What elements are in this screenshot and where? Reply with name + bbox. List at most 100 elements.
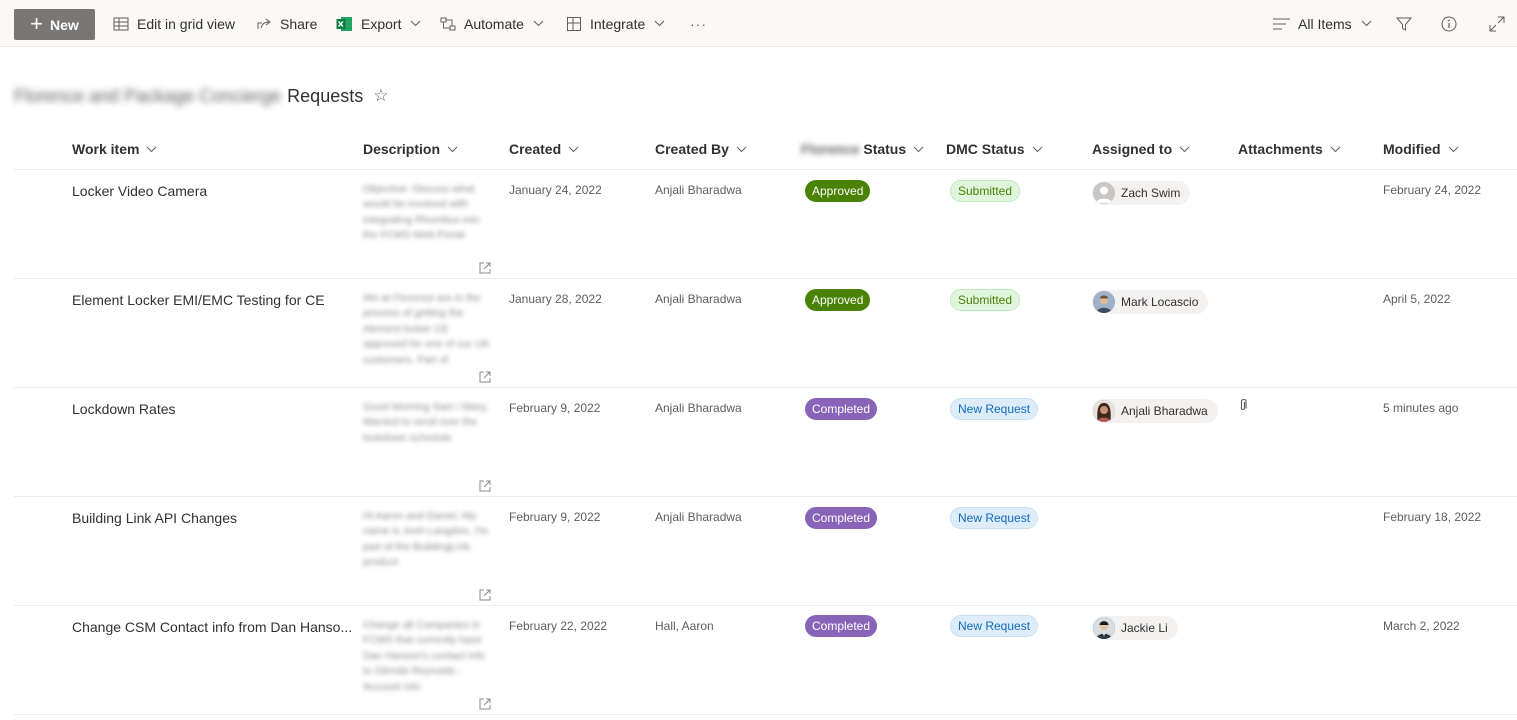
modified-date: February 24, 2022	[1383, 183, 1482, 197]
assigned-to-persona[interactable]: Anjali Bharadwa	[1092, 399, 1218, 423]
column-header-work-item[interactable]: Work item	[72, 131, 157, 167]
description-text: We at Florence are in the process of get…	[363, 292, 490, 366]
persona-name: Zach Swim	[1121, 186, 1181, 200]
dmc-status-badge: Submitted	[950, 289, 1021, 311]
paperclip-icon[interactable]	[1238, 398, 1248, 412]
assigned-to-persona[interactable]: Jackie Li	[1092, 616, 1178, 640]
row-divider	[14, 278, 1517, 279]
list-title-prefix: Florence and Package Concierge	[14, 85, 282, 106]
chevron-down-icon	[533, 20, 544, 27]
command-bar: + New Edit in grid view Share Export Aut…	[0, 0, 1517, 47]
chevron-down-icon	[736, 146, 747, 152]
open-external-icon[interactable]	[479, 371, 491, 383]
persona-name: Jackie Li	[1121, 621, 1168, 635]
chevron-down-icon	[568, 146, 579, 152]
column-header-label: Description	[363, 141, 441, 157]
filter-icon	[1396, 17, 1412, 31]
avatar	[1093, 291, 1115, 313]
header-divider	[14, 169, 1517, 170]
more-commands-button[interactable]: ···	[690, 0, 707, 47]
created-by[interactable]: Anjali Bharadwa	[655, 183, 742, 197]
share-button[interactable]: Share	[256, 0, 317, 47]
chevron-down-icon	[447, 146, 458, 152]
automate-button[interactable]: Automate	[440, 0, 544, 47]
row-divider	[14, 714, 1517, 715]
page-title: Requests	[287, 85, 364, 106]
created-by[interactable]: Anjali Bharadwa	[655, 401, 742, 415]
integrate-button[interactable]: Integrate	[566, 0, 665, 47]
open-external-icon[interactable]	[479, 480, 491, 492]
florence-status-badge: Completed	[805, 615, 878, 637]
star-icon[interactable]: ☆	[373, 86, 388, 106]
modified-date: February 18, 2022	[1383, 510, 1482, 524]
dmc-status-badge: New Request	[950, 398, 1039, 420]
created-date: January 24, 2022	[509, 183, 602, 197]
edit-in-grid-view-button[interactable]: Edit in grid view	[113, 0, 235, 47]
created-by[interactable]: Hall, Aaron	[655, 619, 714, 633]
column-header-assigned-to[interactable]: Assigned to	[1092, 131, 1190, 167]
florence-status-badge: Approved	[805, 180, 871, 202]
assigned-to-persona[interactable]: Zach Swim	[1092, 181, 1191, 205]
expand-button[interactable]	[1489, 0, 1505, 47]
edit-in-grid-view-label: Edit in grid view	[137, 15, 236, 32]
persona-name: Anjali Bharadwa	[1121, 404, 1208, 418]
integrate-icon	[567, 16, 581, 31]
avatar	[1093, 617, 1115, 639]
chevron-down-icon	[654, 20, 665, 27]
info-icon	[1441, 16, 1457, 31]
modified-date: April 5, 2022	[1383, 292, 1451, 306]
new-button[interactable]: + New	[14, 9, 95, 40]
share-icon	[257, 18, 271, 29]
column-header-label-prefix: Florence	[801, 141, 860, 157]
created-by[interactable]: Anjali Bharadwa	[655, 292, 742, 306]
assigned-to-persona[interactable]: Mark Locascio	[1092, 290, 1209, 314]
more-icon: ···	[690, 15, 707, 32]
description-text: Objective: Discuss what would be involve…	[363, 183, 480, 242]
work-item-title[interactable]: Building Link API Changes	[72, 510, 237, 526]
export-label: Export	[361, 15, 402, 32]
column-header-florence-status[interactable]: Florence Status	[801, 131, 924, 167]
column-header-attachments[interactable]: Attachments	[1238, 131, 1341, 167]
row-divider	[14, 496, 1517, 497]
column-header-created-by[interactable]: Created By	[655, 131, 747, 167]
flow-icon	[440, 17, 456, 30]
column-header-modified[interactable]: Modified	[1383, 131, 1459, 167]
work-item-title[interactable]: Lockdown Rates	[72, 401, 176, 417]
column-header-label: DMC Status	[946, 141, 1025, 157]
florence-status-badge: Approved	[805, 289, 871, 311]
created-by[interactable]: Anjali Bharadwa	[655, 510, 742, 524]
column-header-description[interactable]: Description	[363, 131, 458, 167]
avatar	[1093, 182, 1115, 204]
chevron-down-icon	[1330, 146, 1341, 152]
column-header-created[interactable]: Created	[509, 131, 579, 167]
work-item-title[interactable]: Locker Video Camera	[72, 183, 207, 199]
person-photo-icon	[1093, 400, 1115, 422]
work-item-title[interactable]: Change CSM Contact info from Dan Hanso..…	[72, 619, 352, 635]
open-external-icon[interactable]	[479, 698, 491, 710]
excel-icon	[336, 16, 352, 31]
modified-date: 5 minutes ago	[1383, 401, 1459, 415]
chevron-down-icon	[1179, 146, 1190, 152]
description-text: Hi Aaron and Daniel, My name is Josh Lan…	[363, 510, 489, 569]
open-external-icon[interactable]	[479, 262, 491, 274]
person-photo-icon	[1093, 617, 1115, 639]
column-header-label: Modified	[1383, 141, 1441, 157]
info-button[interactable]	[1441, 0, 1457, 47]
column-header-dmc-status[interactable]: DMC Status	[946, 131, 1043, 167]
created-date: February 22, 2022	[509, 619, 608, 633]
person-icon	[1096, 186, 1112, 203]
description-text: Good Morning Sam / Mary, Wanted to send …	[363, 401, 489, 444]
description-text: Change all Companies in FCMS that curren…	[363, 619, 486, 693]
export-button[interactable]: Export	[336, 0, 421, 47]
row-divider	[14, 605, 1517, 606]
dmc-status-badge: New Request	[950, 615, 1039, 637]
plus-icon: +	[30, 10, 44, 36]
florence-status-badge: Completed	[805, 398, 878, 420]
work-item-title[interactable]: Element Locker EMI/EMC Testing for CE	[72, 292, 325, 308]
view-switcher-button[interactable]: All Items	[1273, 0, 1372, 47]
open-external-icon[interactable]	[479, 589, 491, 601]
persona-name: Mark Locascio	[1121, 295, 1199, 309]
chevron-down-icon	[1448, 146, 1458, 152]
dmc-status-badge: Submitted	[950, 180, 1021, 202]
filter-button[interactable]	[1396, 0, 1412, 47]
